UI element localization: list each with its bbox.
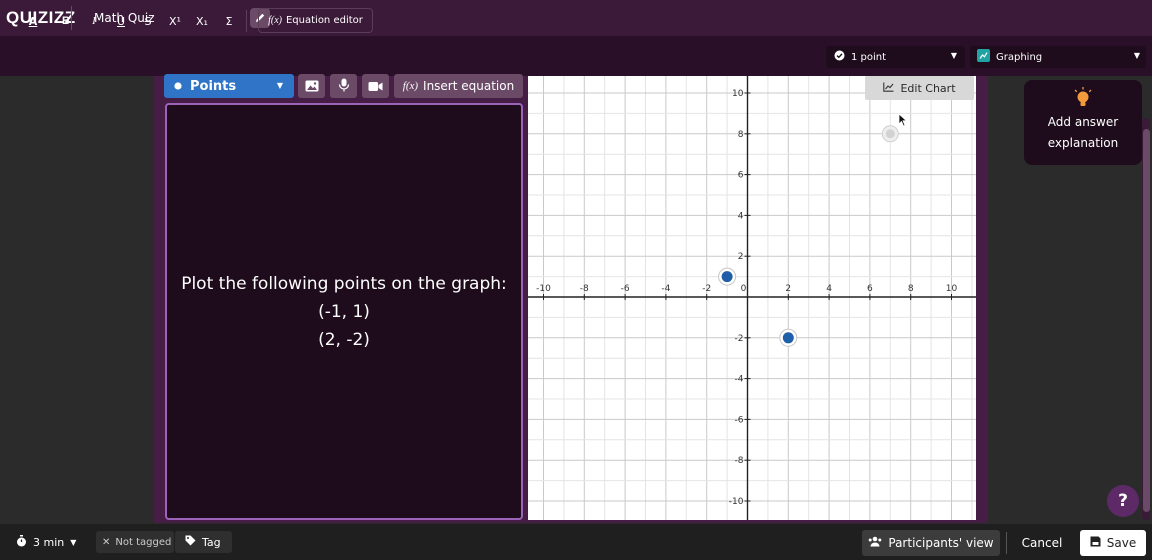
save-icon	[1090, 536, 1101, 550]
x-tick-label: 0	[741, 284, 747, 294]
caret-down-icon: ▼	[276, 81, 283, 90]
chart-icon	[883, 82, 894, 95]
tag-label: Tag	[202, 535, 221, 549]
equation-editor-button[interactable]: f(x) Equation editor	[258, 8, 373, 33]
superscript-button[interactable]: X¹	[166, 12, 184, 30]
question-line: Plot the following points on the graph:	[181, 273, 507, 294]
x-tick-label: 4	[826, 284, 832, 294]
question-type-dropdown[interactable]: Graphing ▼	[970, 46, 1146, 68]
y-tick-label: 8	[738, 130, 744, 140]
question-line: (2, -2)	[318, 329, 370, 350]
insert-video-button[interactable]	[362, 74, 389, 98]
add-answer-explanation-label: Add answer explanation	[1047, 115, 1119, 150]
subscript-button[interactable]: X₁	[193, 12, 211, 30]
tag-button[interactable]: Tag	[175, 531, 232, 553]
time-value: 3 min	[33, 535, 65, 549]
mouse-cursor-icon	[898, 112, 908, 131]
insert-equation-button[interactable]: f(x) Insert equation	[394, 74, 523, 98]
x-tick-label: -6	[621, 284, 630, 294]
edit-chart-label: Edit Chart	[900, 81, 956, 95]
x-tick-label: -8	[580, 284, 589, 294]
x-tick-label: -10	[536, 284, 551, 294]
y-tick-label: -10	[729, 497, 744, 507]
help-button[interactable]: ?	[1107, 485, 1139, 517]
participants-view-label: Participants' view	[888, 536, 994, 550]
plotted-point[interactable]	[721, 271, 733, 283]
answer-type-value: Points	[190, 78, 237, 94]
time-limit-dropdown[interactable]: 3 min ▼	[12, 531, 90, 553]
microphone-icon	[338, 77, 350, 96]
tag-status-label: Not tagged	[115, 536, 172, 548]
y-tick-label: -8	[735, 456, 744, 466]
ghost-point	[885, 129, 895, 139]
participants-view-button[interactable]: Participants' view	[862, 530, 1000, 556]
tag-icon	[185, 535, 196, 549]
scrollbar-thumb[interactable]	[1143, 129, 1150, 512]
insert-image-button[interactable]	[298, 74, 325, 98]
save-button[interactable]: Save	[1080, 530, 1146, 556]
x-tick-label: -4	[661, 284, 670, 294]
function-icon: f(x)	[268, 15, 282, 26]
edit-chart-button[interactable]: Edit Chart	[865, 76, 974, 100]
participants-icon	[868, 536, 882, 550]
y-tick-label: -6	[735, 415, 744, 425]
image-icon	[305, 77, 319, 96]
close-icon: ✕	[102, 536, 111, 548]
toolbar-divider	[246, 10, 247, 32]
x-tick-label: -2	[702, 284, 711, 294]
caret-down-icon: ▼	[70, 537, 77, 547]
add-answer-explanation-button[interactable]: Add answer explanation	[1024, 80, 1142, 165]
underline-button[interactable]: U	[113, 12, 129, 30]
tag-status: ✕ Not tagged	[96, 531, 174, 553]
x-tick-label: 10	[946, 284, 958, 294]
y-tick-label: 2	[738, 252, 744, 262]
insert-audio-button[interactable]	[330, 74, 357, 98]
answer-type-dropdown[interactable]: Points ▼	[164, 74, 294, 98]
points-value: 1 point	[851, 51, 887, 63]
sigma-button[interactable]: Σ	[221, 12, 237, 30]
graph-panel[interactable]: -10 -8 -6 -4 -2 0 2 4 6 8 10 10 8 6 4 2 -2 -4 -6 -8 -10	[528, 76, 976, 520]
question-type-value: Graphing	[996, 51, 1043, 63]
lightbulb-icon	[1073, 87, 1093, 113]
text-color-button[interactable]: A	[24, 12, 42, 30]
x-tick-label: 8	[908, 284, 914, 294]
equation-editor-label: Equation editor	[285, 15, 363, 26]
y-tick-label: -4	[735, 375, 744, 385]
bold-button[interactable]: B	[58, 12, 74, 30]
points-dropdown[interactable]: 1 point ▼	[826, 46, 965, 68]
stopwatch-icon	[16, 534, 27, 550]
y-tick-label: -2	[735, 334, 744, 344]
y-tick-label: 10	[732, 89, 744, 99]
function-icon: f(x)	[402, 80, 419, 92]
question-line: (-1, 1)	[318, 301, 370, 322]
y-tick-label: 4	[738, 211, 744, 221]
x-tick-label: 6	[867, 284, 873, 294]
cancel-button[interactable]: Cancel	[1012, 530, 1072, 556]
caret-down-icon: ▼	[1133, 51, 1140, 60]
strikethrough-button[interactable]: S	[140, 12, 156, 30]
question-text-box[interactable]: Plot the following points on the graph: …	[165, 103, 523, 520]
y-tick-label: 6	[738, 171, 744, 181]
graph-type-icon	[977, 49, 990, 65]
x-tick-label: 2	[785, 284, 791, 294]
insert-equation-label: Insert equation	[423, 79, 515, 93]
footer-divider	[1006, 532, 1007, 554]
check-circle-icon	[834, 50, 845, 64]
coordinate-plane[interactable]: -10 -8 -6 -4 -2 0 2 4 6 8 10 10 8 6 4 2 -2 -4 -6 -8 -10	[528, 76, 976, 520]
plotted-point[interactable]	[782, 332, 794, 344]
video-camera-icon	[368, 77, 383, 96]
caret-down-icon: ▼	[950, 51, 957, 60]
save-label: Save	[1106, 536, 1137, 550]
italic-button[interactable]: I	[86, 12, 102, 30]
dot-icon	[174, 79, 182, 94]
